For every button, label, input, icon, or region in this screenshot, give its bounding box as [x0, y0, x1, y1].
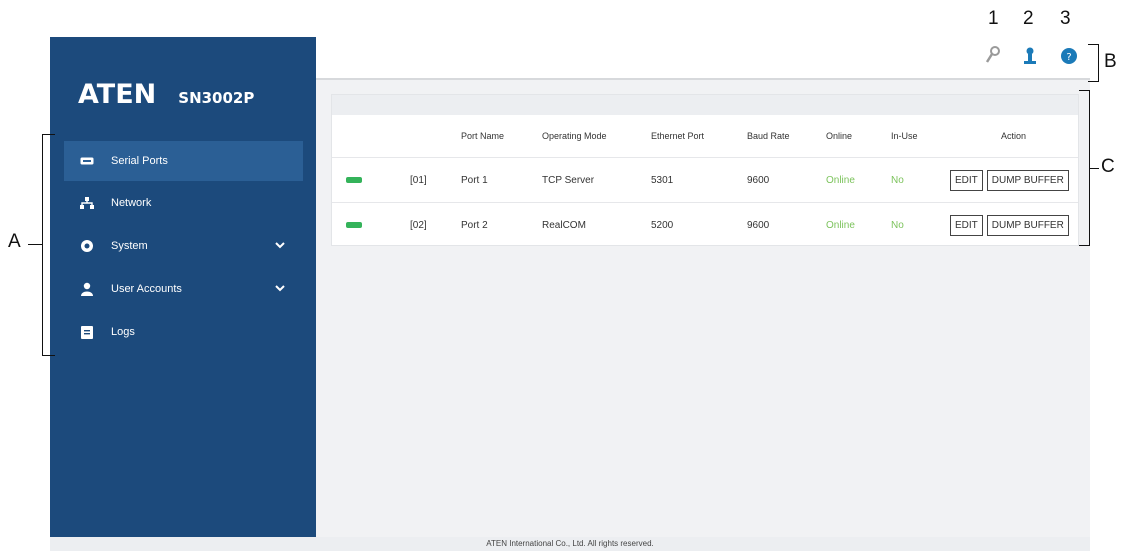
leader-c	[1089, 168, 1099, 169]
port-index: [01]	[409, 157, 460, 203]
device-model: SN3002P	[178, 89, 255, 107]
bracket-b	[1088, 44, 1099, 82]
label-b: B	[1104, 51, 1117, 72]
bracket-a	[42, 134, 55, 356]
sidebar-item-label: User Accounts	[111, 283, 182, 295]
sidebar-item-system[interactable]: System	[64, 226, 303, 266]
wrench-icon[interactable]	[984, 46, 1000, 66]
sidebar-item-serial-ports[interactable]: Serial Ports	[64, 141, 303, 181]
brand: ATEN SN3002P	[78, 79, 254, 110]
edit-button[interactable]: EDIT	[950, 169, 983, 191]
leader-a	[28, 244, 42, 245]
sidebar-item-network[interactable]: Network	[64, 183, 303, 223]
in-use-status: No	[890, 157, 949, 203]
sidebar-item-label: Network	[111, 197, 152, 209]
sidebar-item-logs[interactable]: Logs	[64, 312, 303, 352]
sidebar-item-label: System	[111, 240, 148, 252]
user-icon[interactable]	[1022, 46, 1038, 66]
network-icon	[80, 196, 94, 210]
baud-rate: 9600	[746, 157, 825, 203]
callout-3: 3	[1060, 8, 1071, 29]
table-row: [02] Port 2 RealCOM 5200 9600 Online No …	[332, 202, 1078, 247]
dump-buffer-button[interactable]: DUMP BUFFER	[986, 214, 1069, 236]
panel-header	[332, 95, 1078, 115]
col-indicator	[332, 115, 409, 158]
port-name: Port 1	[460, 157, 541, 203]
in-use-status: No	[890, 202, 949, 247]
sidebar: ATEN SN3002P Serial Ports Network System…	[50, 37, 316, 537]
serial-port-icon	[80, 154, 94, 168]
callout-1: 1	[988, 8, 999, 29]
serial-ports-panel: Port Name Operating Mode Ethernet Port B…	[331, 94, 1079, 247]
action-cell: EDIT DUMP BUFFER	[949, 157, 1078, 203]
chevron-down-icon[interactable]	[273, 240, 287, 252]
dump-buffer-button[interactable]: DUMP BUFFER	[986, 169, 1069, 191]
table-row: [01] Port 1 TCP Server 5301 9600 Online …	[332, 157, 1078, 203]
help-icon[interactable]: ?	[1060, 46, 1077, 66]
ethernet-port: 5200	[650, 202, 746, 247]
edit-button[interactable]: EDIT	[950, 214, 983, 236]
ports-table: Port Name Operating Mode Ethernet Port B…	[332, 115, 1078, 247]
port-status-led	[346, 176, 362, 183]
chevron-down-icon[interactable]	[273, 283, 287, 295]
col-action: Action	[1000, 131, 1026, 141]
baud-rate: 9600	[746, 202, 825, 247]
col-online: Online	[826, 131, 853, 141]
col-index	[409, 115, 460, 158]
operating-mode: TCP Server	[541, 157, 650, 203]
col-baud-rate: Baud Rate	[747, 131, 790, 141]
sidebar-item-label: Logs	[111, 326, 135, 338]
label-a: A	[8, 231, 21, 252]
port-name: Port 2	[460, 202, 541, 247]
user-icon	[80, 282, 94, 296]
ethernet-port: 5301	[650, 157, 746, 203]
port-status-led	[346, 221, 362, 228]
port-status-cell	[332, 157, 409, 203]
label-c: C	[1101, 156, 1115, 177]
operating-mode: RealCOM	[541, 202, 650, 247]
col-port-name: Port Name	[461, 131, 505, 141]
logs-icon	[80, 325, 94, 339]
online-status: Online	[825, 157, 890, 203]
aten-logo: ATEN	[78, 79, 157, 110]
col-ethernet-port: Ethernet Port	[651, 131, 705, 141]
action-cell: EDIT DUMP BUFFER	[949, 202, 1078, 247]
port-index: [02]	[409, 202, 460, 247]
col-operating-mode: Operating Mode	[542, 131, 607, 141]
online-status: Online	[825, 202, 890, 247]
callout-2: 2	[1023, 8, 1034, 29]
port-status-cell	[332, 202, 409, 247]
footer: ATEN International Co., Ltd. All rights …	[50, 537, 1090, 551]
sidebar-item-user-accounts[interactable]: User Accounts	[64, 269, 303, 309]
svg-text:?: ?	[1066, 52, 1071, 63]
col-in-use: In-Use	[891, 131, 918, 141]
table-header-row: Port Name Operating Mode Ethernet Port B…	[332, 115, 1078, 158]
gear-icon	[80, 239, 94, 253]
sidebar-item-label: Serial Ports	[111, 155, 168, 167]
